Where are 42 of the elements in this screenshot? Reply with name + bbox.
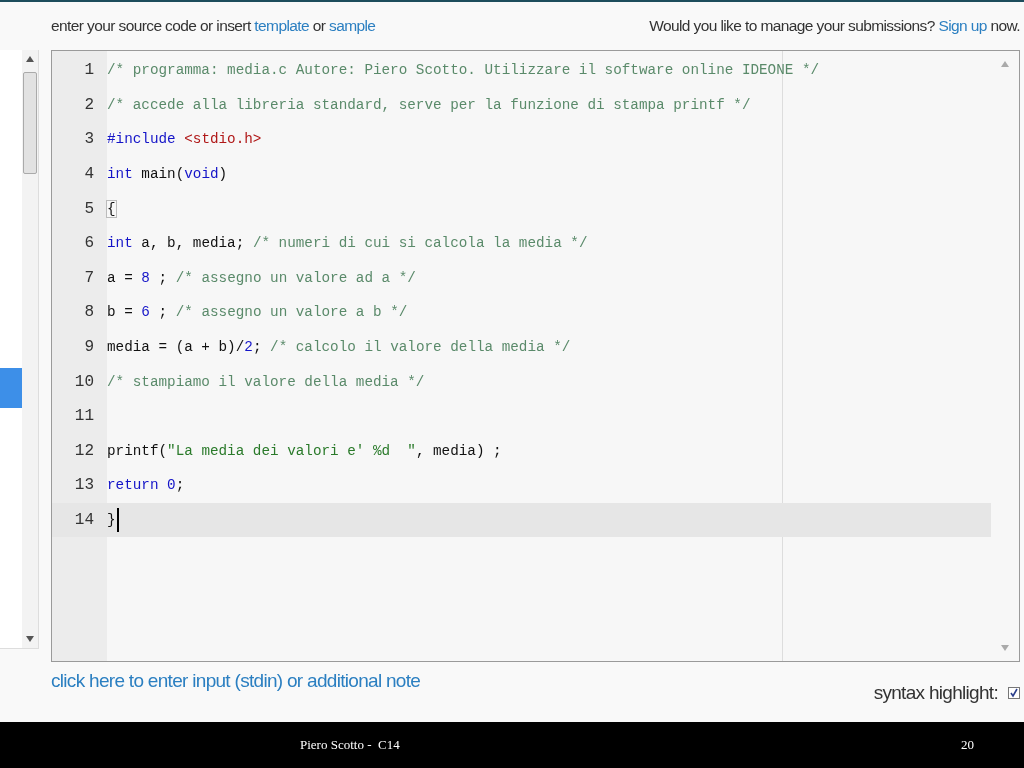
slide-number: 20 xyxy=(961,737,974,753)
sign-up-link[interactable]: Sign up xyxy=(938,17,987,34)
submissions-prompt: Would you like to manage your submissions? Sign up now. xyxy=(649,17,1020,35)
line-number: 14 xyxy=(73,511,95,529)
line-number: 13 xyxy=(73,476,95,495)
line-number: 12 xyxy=(73,441,95,460)
scrollbar[interactable] xyxy=(22,50,38,648)
syntax-highlight-label: syntax highlight: xyxy=(873,682,998,704)
code-line: /* stampiamo il valore della media */ xyxy=(107,373,425,390)
line-number: 5 xyxy=(83,199,95,218)
code-line: return 0; xyxy=(107,477,185,494)
code-line: int a, b, media; /* numeri di cui si calcola la media */ xyxy=(107,235,588,252)
scroll-down-icon[interactable] xyxy=(26,636,34,642)
line-number: 3 xyxy=(83,130,95,149)
slide-footer-text: Piero Scotto - C14 xyxy=(300,737,400,753)
text-link[interactable]: sample xyxy=(329,17,376,34)
selection-bar xyxy=(0,368,22,408)
scroll-thumb[interactable] xyxy=(23,72,37,174)
line-number: 11 xyxy=(73,407,95,426)
code-line: { xyxy=(107,200,116,217)
line-number: 1 xyxy=(83,61,95,80)
code-line: a = 8 ; /* assegno un valore ad a */ xyxy=(107,269,416,286)
input-link[interactable]: click here to enter input (stdin) or additional note xyxy=(51,670,421,692)
code-line: } xyxy=(107,512,116,528)
code-line: /* programma: media.c Autore: Piero Scotto. Utilizzare il software online IDEONE */ xyxy=(107,62,820,79)
text-link[interactable]: template xyxy=(254,17,309,34)
line-number: 7 xyxy=(83,268,95,287)
code-line: /* accede alla libreria standard, serve per la funzione di stampa printf */ xyxy=(107,96,751,113)
scroll-up-icon[interactable] xyxy=(26,56,34,62)
line-number: 6 xyxy=(83,234,95,253)
syntax-highlight-checkbox[interactable] xyxy=(1008,687,1020,699)
code-line: #include <stdio.h> xyxy=(107,131,262,148)
code-line: printf("La media dei valori e' %d ", media) ; xyxy=(107,442,502,459)
line-number: 9 xyxy=(83,338,95,357)
code-line: int main(void) xyxy=(107,166,228,183)
source-code-prompt: enter your source code or insert template or sample xyxy=(51,17,376,35)
line-number: 10 xyxy=(73,372,95,391)
code-line: media = (a + b)/2; /* calcolo il valore della media */ xyxy=(107,339,571,356)
line-number: 4 xyxy=(83,165,95,184)
line-number: 8 xyxy=(83,303,95,322)
line-number: 2 xyxy=(83,95,95,114)
code-line: b = 6 ; /* assegno un valore a b */ xyxy=(107,304,408,321)
